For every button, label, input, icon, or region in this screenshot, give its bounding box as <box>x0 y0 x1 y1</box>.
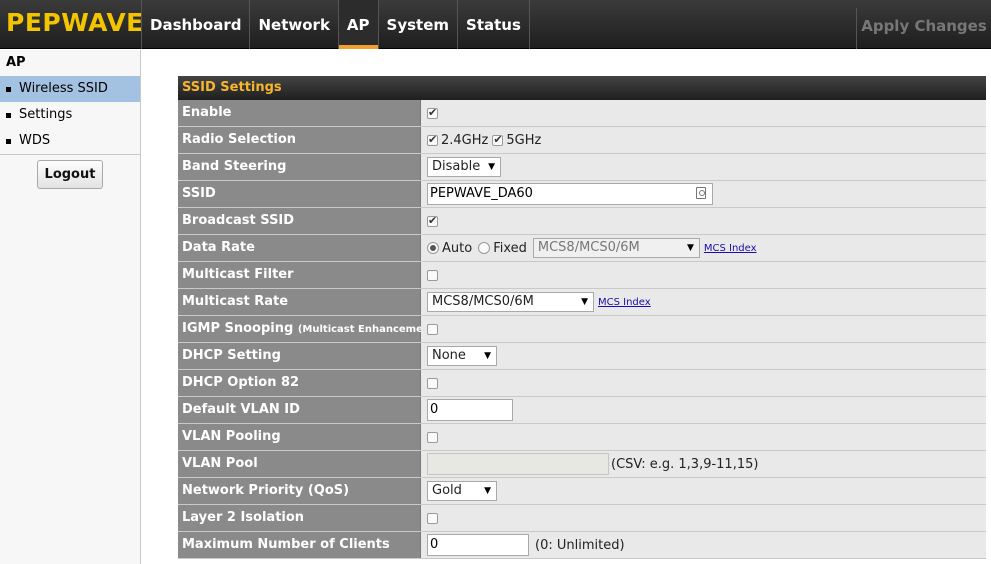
pepwave-logo: PEPWAVE <box>6 8 144 37</box>
row-dhcp-setting: DHCP Setting None <box>178 343 986 370</box>
top-bar: PEPWAVE Dashboard Network AP System Stat… <box>0 0 991 49</box>
tab-system[interactable]: System <box>377 0 457 49</box>
row-radio-selection: Radio Selection 2.4GHz 5GHz <box>178 127 986 154</box>
vlan-pool-input[interactable] <box>427 453 609 475</box>
multicast-rate-select[interactable]: MCS8/MCS0/6M <box>427 292 594 312</box>
data-rate-auto-radio[interactable] <box>427 242 439 254</box>
row-enable: Enable <box>178 100 986 127</box>
row-label: Broadcast SSID <box>178 208 421 234</box>
row-label: Network Priority (QoS) <box>178 478 421 504</box>
radio-5ghz-checkbox[interactable] <box>492 133 504 146</box>
row-ssid: SSID PEPWAVE_DA60 <box>178 181 986 208</box>
sidebar-item-label: Wireless SSID <box>19 81 108 96</box>
row-band-steering: Band Steering Disable <box>178 154 986 181</box>
row-label: DHCP Option 82 <box>178 370 421 396</box>
row-layer2-isolation: Layer 2 Isolation <box>178 505 986 532</box>
sidebar-heading: AP <box>6 55 26 70</box>
main-nav: Dashboard Network AP System Status <box>141 0 530 49</box>
data-rate-select[interactable]: MCS8/MCS0/6M <box>532 238 700 258</box>
row-multicast-filter: Multicast Filter <box>178 262 986 289</box>
bullet-icon <box>6 138 11 144</box>
layer2-isolation-checkbox[interactable] <box>427 512 438 524</box>
row-label: Multicast Filter <box>178 262 421 288</box>
row-label: Layer 2 Isolation <box>178 505 421 531</box>
igmp-snooping-checkbox[interactable] <box>427 323 438 335</box>
network-priority-select[interactable]: Gold <box>427 481 497 501</box>
tab-dashboard[interactable]: Dashboard <box>141 0 249 49</box>
band-steering-select[interactable]: Disable <box>427 157 501 177</box>
sidebar-item-wds[interactable]: WDS <box>0 128 140 154</box>
multicast-filter-checkbox[interactable] <box>427 269 438 281</box>
panel-title: SSID Settings <box>178 76 986 100</box>
vlan-pooling-checkbox[interactable] <box>427 431 438 443</box>
row-label: Enable <box>178 100 421 126</box>
mcs-index-link[interactable]: MCS Index <box>598 297 651 308</box>
sidebar-item-label: WDS <box>19 133 51 148</box>
row-label: VLAN Pool <box>178 451 421 477</box>
max-clients-hint: (0: Unlimited) <box>535 537 625 553</box>
enable-checkbox[interactable] <box>427 106 438 119</box>
row-multicast-rate: Multicast Rate MCS8/MCS0/6M MCS Index <box>178 289 986 316</box>
igmp-sublabel: (Multicast Enhancement) <box>297 324 440 335</box>
row-vlan-pooling: VLAN Pooling <box>178 424 986 451</box>
row-network-priority: Network Priority (QoS) Gold <box>178 478 986 505</box>
row-label: Multicast Rate <box>178 289 421 315</box>
radio-24ghz-checkbox[interactable] <box>427 133 438 146</box>
dhcp-option-82-checkbox[interactable] <box>427 377 438 389</box>
sidebar-item-settings[interactable]: Settings <box>0 102 140 128</box>
max-clients-input[interactable]: 0 <box>427 534 529 556</box>
password-manager-icon[interactable] <box>696 187 706 199</box>
radio-5ghz-label: 5GHz <box>506 132 542 148</box>
row-label: Maximum Number of Clients <box>178 532 421 558</box>
ssid-input[interactable]: PEPWAVE_DA60 <box>427 183 713 205</box>
sidebar: AP Wireless SSID Settings WDS Logout <box>0 50 141 564</box>
bullet-icon <box>6 86 11 92</box>
sidebar-item-label: Settings <box>19 107 73 122</box>
data-rate-auto-label: Auto <box>442 240 473 256</box>
row-vlan-pool: VLAN Pool (CSV: e.g. 1,3,9-11,15) <box>178 451 986 478</box>
broadcast-ssid-checkbox[interactable] <box>427 214 438 227</box>
data-rate-fixed-radio[interactable] <box>478 242 491 254</box>
default-vlan-id-input[interactable]: 0 <box>427 399 513 421</box>
tab-ap[interactable]: AP <box>337 0 378 49</box>
bullet-icon <box>6 112 11 118</box>
row-label: Data Rate <box>178 235 421 261</box>
row-label: IGMP Snooping (Multicast Enhancement) <box>178 316 439 342</box>
row-label: Radio Selection <box>178 127 421 153</box>
radio-24ghz-label: 2.4GHz <box>441 132 489 148</box>
row-data-rate: Data Rate Auto Fixed MCS8/MCS0/6M MCS In… <box>178 235 986 262</box>
row-label: SSID <box>178 181 421 207</box>
apply-changes-button[interactable]: Apply Changes <box>856 8 991 49</box>
row-label: VLAN Pooling <box>178 424 421 450</box>
row-label: Default VLAN ID <box>178 397 421 423</box>
vlan-pool-hint: (CSV: e.g. 1,3,9-11,15) <box>611 456 759 472</box>
mcs-index-link[interactable]: MCS Index <box>704 243 757 254</box>
ssid-input-value: PEPWAVE_DA60 <box>430 186 533 201</box>
row-label: DHCP Setting <box>178 343 421 369</box>
row-igmp-snooping: IGMP Snooping (Multicast Enhancement) <box>178 316 986 343</box>
tab-network[interactable]: Network <box>249 0 337 49</box>
igmp-label: IGMP Snooping <box>182 321 294 336</box>
logout-button[interactable]: Logout <box>37 160 103 189</box>
row-max-clients: Maximum Number of Clients 0 (0: Unlimite… <box>178 532 986 559</box>
sidebar-divider <box>0 154 140 155</box>
data-rate-fixed-label: Fixed <box>493 240 527 256</box>
row-label: Band Steering <box>178 154 421 180</box>
row-default-vlan-id: Default VLAN ID 0 <box>178 397 986 424</box>
dhcp-setting-select[interactable]: None <box>427 346 497 366</box>
row-dhcp-option-82: DHCP Option 82 <box>178 370 986 397</box>
tab-status[interactable]: Status <box>457 0 530 49</box>
sidebar-item-wireless-ssid[interactable]: Wireless SSID <box>0 76 140 102</box>
ssid-settings-panel: SSID Settings Enable Radio Selection 2.4… <box>178 76 986 559</box>
row-broadcast-ssid: Broadcast SSID <box>178 208 986 235</box>
